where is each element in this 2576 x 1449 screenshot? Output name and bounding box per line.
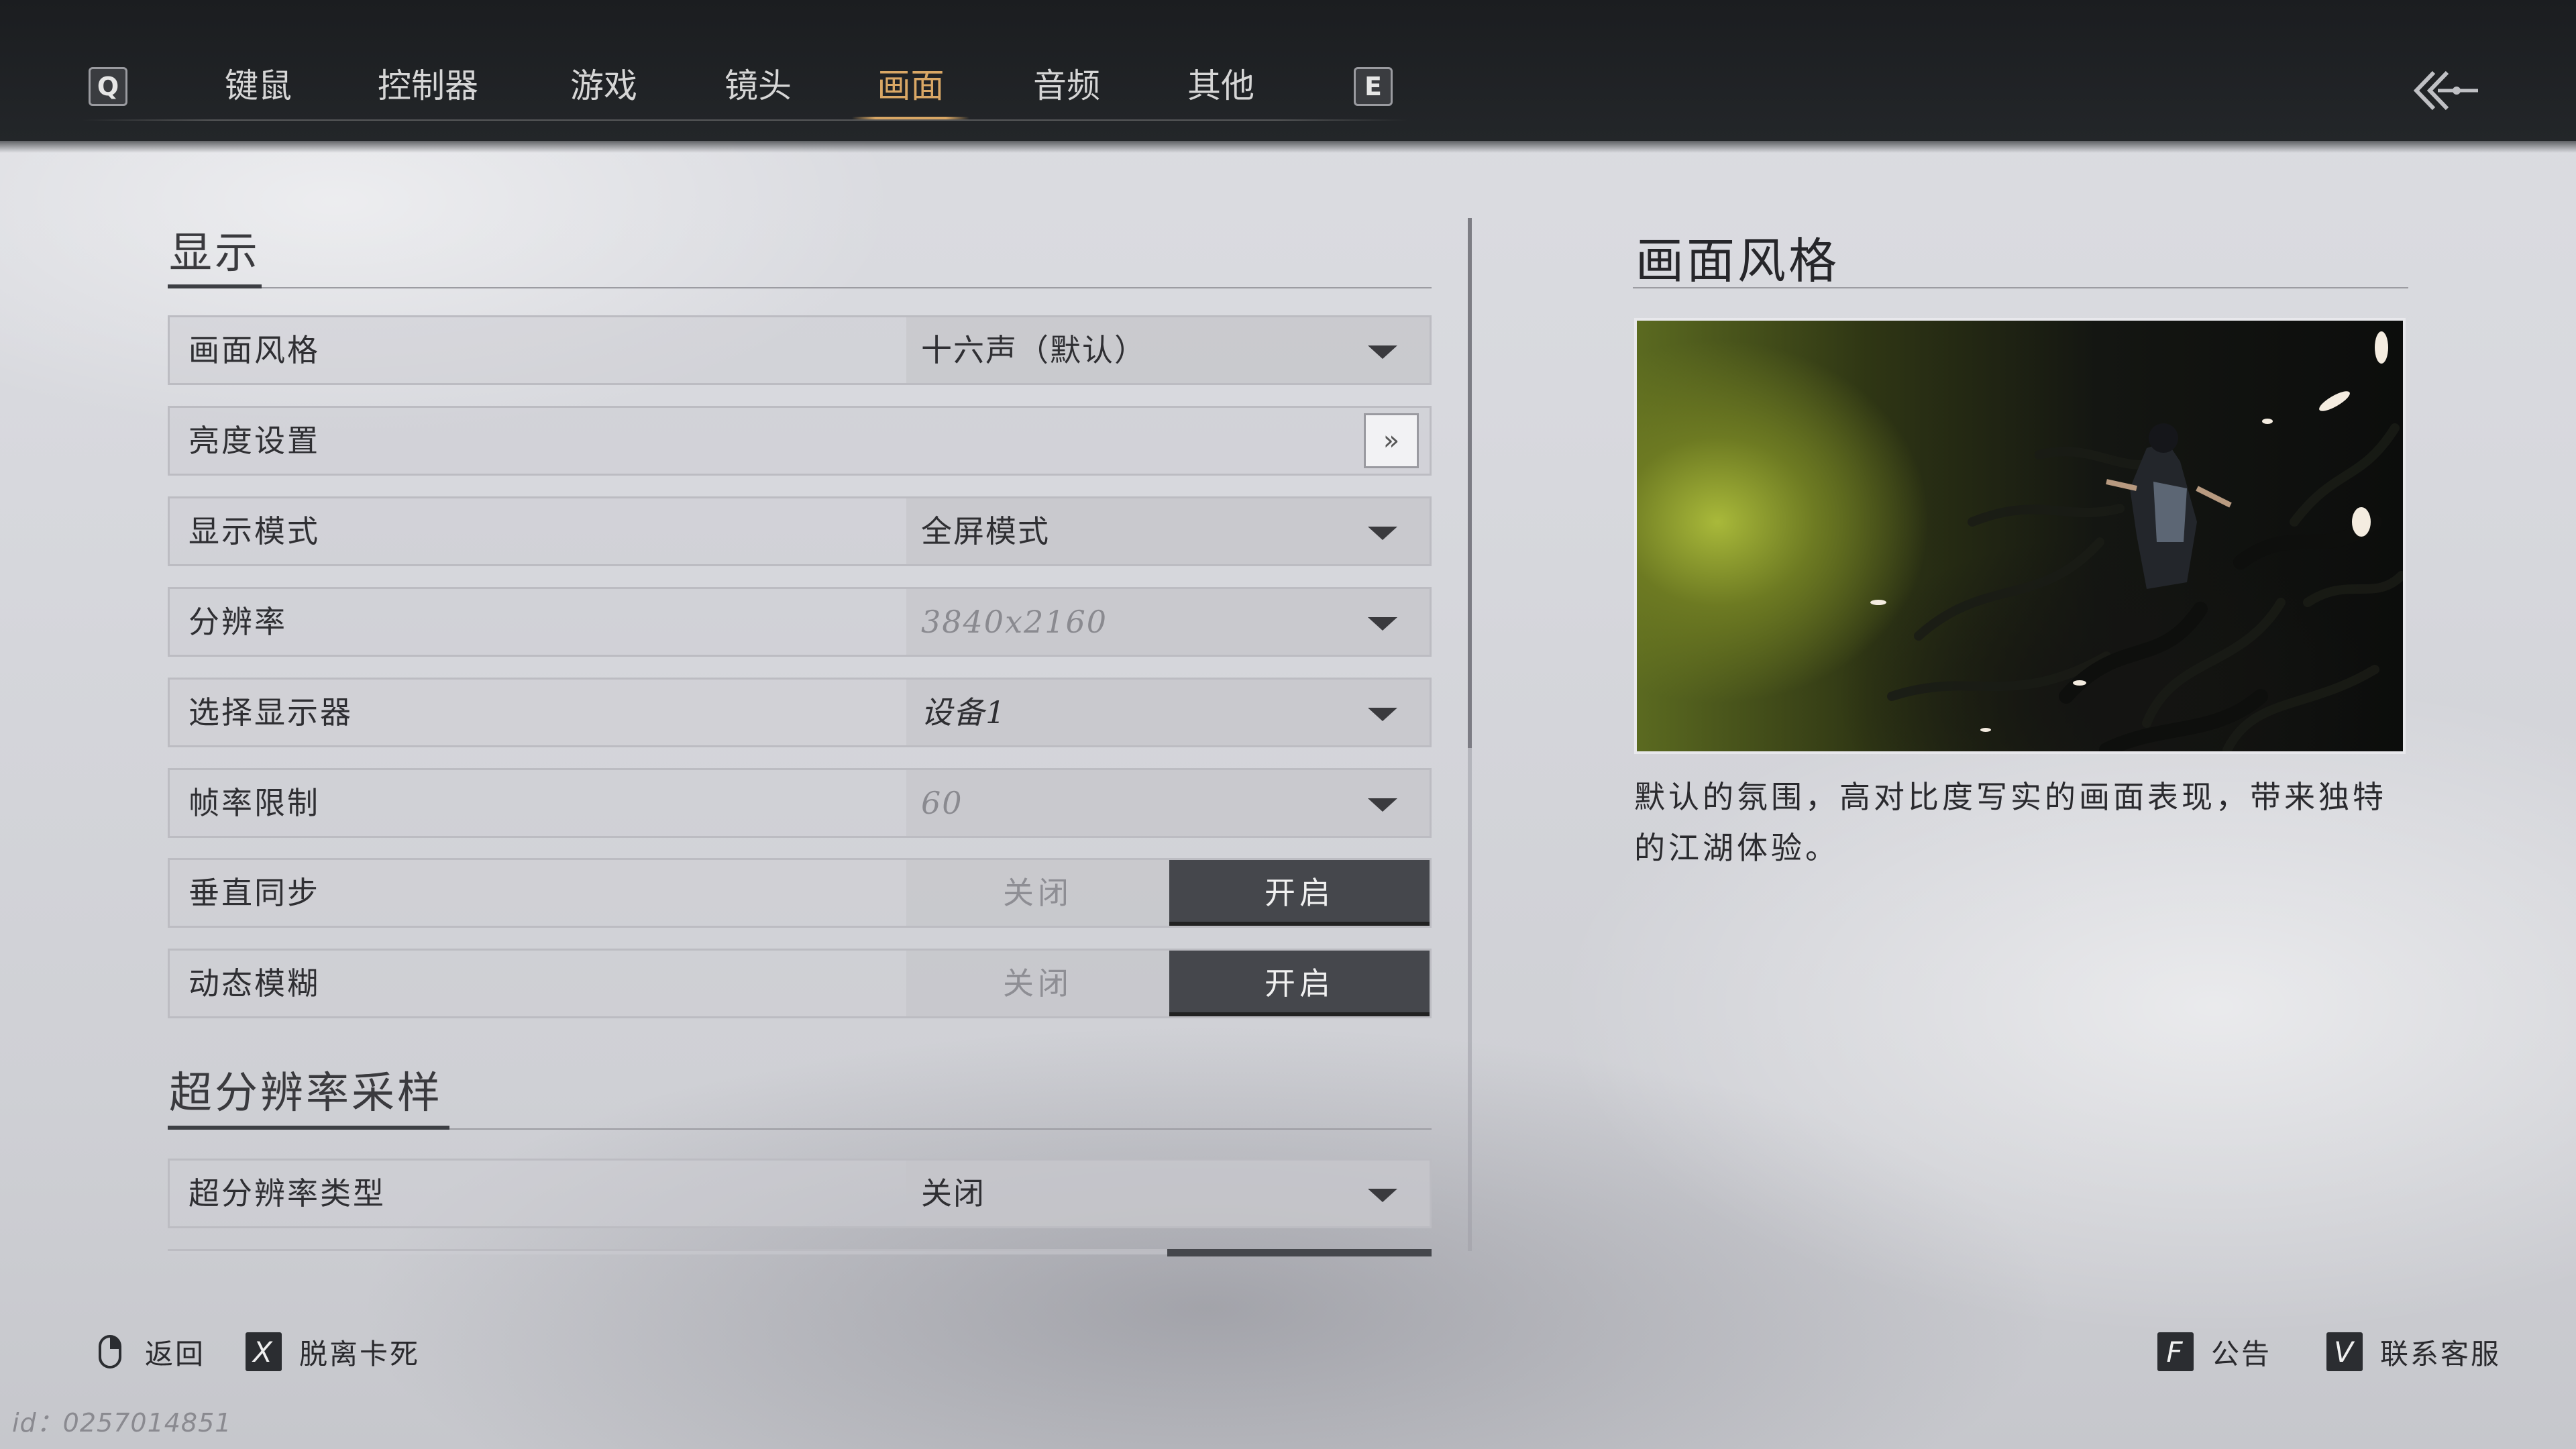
setting-row-motion-blur[interactable]: 动态模糊 关闭 开启	[168, 949, 1432, 1018]
motion-blur-off-option[interactable]: 关闭	[906, 951, 1169, 1016]
setting-label: 垂直同步	[189, 875, 320, 911]
vsync-off-option[interactable]: 关闭	[906, 860, 1169, 926]
footer-support[interactable]: V 联系客服	[2326, 1332, 2501, 1372]
user-id: id：0257014851	[12, 1408, 232, 1438]
footer-notice-label: 公告	[2211, 1337, 2272, 1371]
setting-label: 超分辨率类型	[189, 1175, 386, 1212]
tab-keyboard-mouse[interactable]: 键鼠	[221, 59, 295, 119]
tab-other[interactable]: 其他	[1184, 59, 1258, 119]
dropdown-value: 全屏模式	[921, 513, 1050, 549]
detail-divider	[1633, 287, 2408, 288]
detail-description: 默认的氛围，高对比度写实的画面表现，带来独特的江湖体验。	[1634, 779, 2387, 866]
footer-unstuck[interactable]: X 脱离卡死	[246, 1332, 420, 1372]
tab-audio[interactable]: 音频	[1030, 59, 1104, 119]
resolution-dropdown[interactable]: 3840x2160	[906, 589, 1430, 655]
brightness-open-button[interactable]: »	[1364, 413, 1419, 468]
chevron-down-icon	[1368, 798, 1397, 812]
setting-row-fps-limit[interactable]: 帧率限制 60	[168, 768, 1432, 838]
mouse-right-click-icon	[99, 1335, 121, 1368]
dropdown-value: 60	[921, 785, 963, 821]
section-title-display: 显示	[169, 229, 260, 278]
setting-row-graphics-style[interactable]: 画面风格 十六声（默认）	[168, 315, 1432, 385]
display-mode-dropdown[interactable]: 全屏模式	[906, 498, 1430, 564]
footer-back[interactable]: 返回	[98, 1332, 205, 1372]
section-accent	[168, 284, 262, 288]
monitor-dropdown[interactable]: 设备1	[906, 680, 1430, 745]
top-bar-edge	[0, 137, 2576, 153]
chevron-down-icon	[1368, 1189, 1397, 1202]
tab-game[interactable]: 游戏	[567, 59, 641, 119]
setting-label: 画面风格	[189, 332, 320, 368]
motion-blur-on-option[interactable]: 开启	[1169, 951, 1430, 1016]
chevron-down-icon	[1368, 527, 1397, 540]
section-divider	[168, 287, 1432, 288]
chevron-down-icon	[1368, 345, 1397, 359]
tab-divider	[80, 119, 1409, 121]
chevron-down-icon	[1368, 617, 1397, 631]
setting-row-vsync[interactable]: 垂直同步 关闭 开启	[168, 858, 1432, 928]
tab-graphics[interactable]: 画面	[852, 59, 969, 119]
chevron-down-icon	[1368, 708, 1397, 721]
top-navigation-bar: Q 键鼠 控制器 游戏 镜头 画面 音频 其他 E	[0, 0, 2576, 153]
setting-row-display-mode[interactable]: 显示模式 全屏模式	[168, 496, 1432, 566]
key-hint: V	[2326, 1332, 2363, 1371]
setting-label: 帧率限制	[189, 785, 320, 821]
prev-tab-key-hint[interactable]: Q	[89, 67, 127, 106]
scrollbar-thumb[interactable]	[1468, 218, 1472, 748]
fps-limit-dropdown[interactable]: 60	[906, 770, 1430, 836]
graphics-style-dropdown[interactable]: 十六声（默认）	[906, 317, 1430, 383]
setting-row-monitor[interactable]: 选择显示器 设备1	[168, 678, 1432, 747]
upscaling-type-dropdown[interactable]: 关闭	[906, 1161, 1430, 1226]
setting-row-upscaling-type[interactable]: 超分辨率类型 关闭	[168, 1159, 1432, 1228]
dropdown-value: 十六声（默认）	[921, 332, 1146, 368]
tab-controller[interactable]: 控制器	[374, 59, 482, 119]
vsync-on-option[interactable]: 开启	[1169, 860, 1430, 926]
setting-label: 显示模式	[189, 513, 320, 549]
footer-notice[interactable]: F 公告	[2157, 1332, 2271, 1372]
dropdown-value: 3840x2160	[921, 604, 1108, 640]
key-hint: F	[2157, 1332, 2194, 1371]
setting-label: 亮度设置	[189, 423, 320, 459]
section-title-upscaling: 超分辨率采样	[169, 1069, 443, 1118]
setting-label: 分辨率	[189, 604, 287, 640]
setting-row-partial	[168, 1249, 1432, 1256]
footer-support-label: 联系客服	[2380, 1337, 2502, 1371]
detail-title: 画面风格	[1635, 233, 1840, 289]
footer-back-label: 返回	[145, 1337, 206, 1371]
setting-row-brightness[interactable]: 亮度设置 »	[168, 406, 1432, 476]
footer-unstuck-label: 脱离卡死	[299, 1337, 421, 1371]
setting-row-resolution[interactable]: 分辨率 3840x2160	[168, 587, 1432, 657]
back-arrow-icon[interactable]	[2408, 60, 2482, 121]
graphics-style-preview-image	[1634, 318, 2406, 754]
setting-label: 选择显示器	[189, 694, 353, 731]
key-hint: X	[246, 1332, 282, 1371]
section-accent	[168, 1126, 449, 1130]
dropdown-value: 设备1	[921, 694, 1007, 731]
double-chevron-right-icon: »	[1383, 425, 1400, 456]
setting-label: 动态模糊	[189, 965, 320, 1002]
next-tab-key-hint[interactable]: E	[1354, 67, 1393, 106]
dropdown-value: 关闭	[921, 1175, 985, 1212]
preview-scene	[1870, 331, 2403, 751]
tab-camera[interactable]: 镜头	[721, 59, 795, 119]
